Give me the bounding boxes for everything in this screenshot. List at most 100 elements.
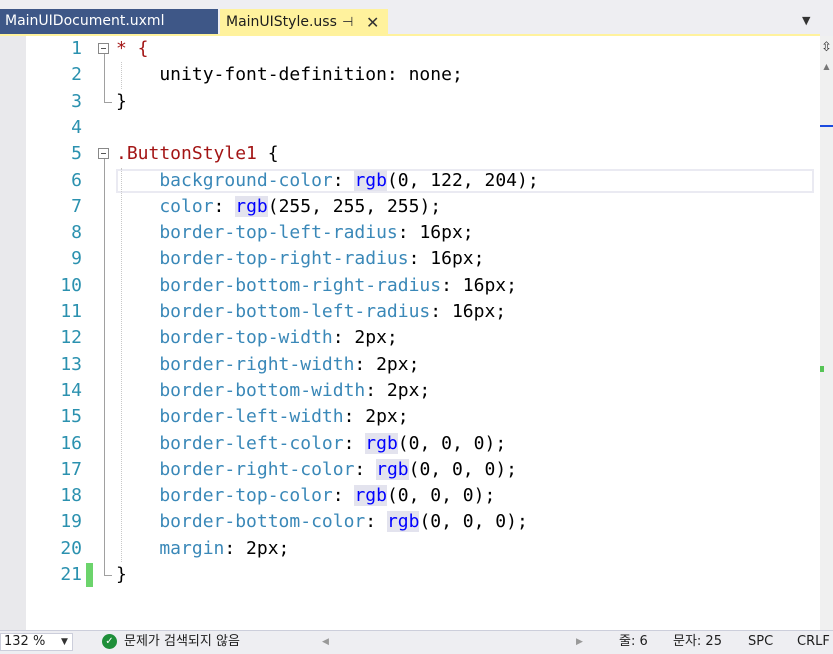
code-token: } (116, 90, 127, 112)
code-line[interactable]: .ButtonStyle1 { (116, 141, 279, 167)
code-line[interactable]: border-left-color: rgb(0, 0, 0); (116, 431, 506, 457)
code-token: : (332, 485, 355, 507)
pin-icon[interactable]: ⊣ (342, 9, 356, 36)
css-property: border-bottom-color (116, 511, 366, 533)
code-token: : 2px; (332, 327, 398, 349)
line-number: 18 (60, 485, 82, 507)
css-property: background-color (116, 169, 333, 191)
scroll-right-icon[interactable]: ▶ (576, 631, 583, 653)
zoom-level: 132 % (4, 634, 46, 649)
code-line[interactable]: border-top-color: rgb(0, 0, 0); (116, 483, 495, 509)
css-property: margin (116, 537, 225, 559)
code-token: (0, 122, 204); (386, 169, 539, 191)
code-line[interactable]: border-bottom-color: rgb(0, 0, 0); (116, 509, 528, 535)
code-token: (0, 0, 0); (397, 432, 507, 454)
code-token: { (256, 143, 279, 165)
line-number: 3 (71, 90, 82, 112)
chevron-down-icon[interactable]: ▼ (802, 14, 816, 27)
code-token: : 2px; (365, 379, 431, 401)
tab-label: MainUIStyle.uss (226, 14, 337, 30)
scroll-up-icon[interactable]: ▲ (820, 62, 833, 71)
css-function: rgb (235, 195, 268, 217)
css-function: rgb (376, 458, 409, 480)
css-property: border-bottom-left-radius (116, 301, 431, 322)
line-number: 15 (60, 406, 82, 428)
line-number: 7 (71, 195, 82, 217)
line-number: 16 (60, 432, 82, 454)
selection-margin[interactable] (0, 36, 26, 630)
fold-region-line (104, 54, 105, 102)
scroll-left-icon[interactable]: ◀ (322, 631, 329, 653)
zoom-dropdown[interactable]: 132 % ▼ (0, 633, 73, 651)
css-selector: .ButtonStyle1 (116, 143, 257, 165)
fold-region-end (104, 575, 112, 576)
status-bar: 132 % ▼ ✓ 문제가 검색되지 않음 ◀ ▶ 줄: 6 문자: 25 SP… (0, 630, 833, 654)
css-selector: * { (116, 38, 149, 59)
css-function: rgb (354, 485, 387, 507)
css-property: border-right-color (116, 458, 355, 480)
check-circle-icon[interactable]: ✓ (102, 634, 117, 649)
css-property: border-top-color (116, 485, 333, 507)
line-number: 19 (60, 511, 82, 533)
line-number: 10 (60, 274, 82, 296)
css-property: border-left-width (116, 406, 344, 428)
code-line[interactable]: background-color: rgb(0, 122, 204); (116, 168, 539, 194)
whitespace-indicator[interactable]: SPC (748, 631, 773, 653)
caret-position-marker (820, 125, 833, 127)
close-icon[interactable]: ✕ (366, 9, 382, 36)
code-line[interactable]: color: rgb(255, 255, 255); (116, 194, 441, 220)
tab-main-ui-document[interactable]: MainUIDocument.uxml (0, 9, 218, 34)
code-token: : (332, 169, 355, 191)
code-line[interactable]: unity-font-definition: none; (116, 62, 463, 88)
code-token: (0, 0, 0); (408, 458, 517, 480)
line-number: 5 (71, 143, 82, 165)
code-line[interactable]: border-top-right-radius: 16px; (116, 246, 484, 272)
code-line[interactable]: } (116, 562, 127, 588)
change-indicator (86, 563, 93, 587)
code-editor[interactable]: 1 * {2 unity-font-definition: none; 3} 4 5 .B… (0, 36, 820, 630)
split-window-icon[interactable]: ⇳ (820, 40, 833, 55)
line-number: 6 (71, 169, 82, 191)
tab-main-ui-style[interactable]: MainUIStyle.uss ⊣ ✕ (220, 9, 388, 36)
code-line[interactable]: margin: 2px; (116, 536, 289, 562)
css-property: color (116, 195, 214, 217)
line-ending-indicator[interactable]: CRLF (797, 631, 830, 653)
css-function: rgb (354, 169, 387, 191)
css-property: border-top-right-radius (116, 248, 409, 270)
css-property: border-bottom-right-radius (116, 274, 442, 296)
code-line[interactable]: border-top-left-radius: 16px; (116, 220, 473, 246)
line-indicator[interactable]: 줄: 6 (619, 631, 648, 653)
collapse-toggle-icon[interactable] (98, 43, 109, 54)
line-number: 2 (71, 64, 82, 86)
code-line[interactable]: border-top-width: 2px; (116, 325, 398, 351)
code-token: (0, 0, 0); (386, 485, 496, 507)
change-marker (820, 366, 824, 372)
code-line[interactable]: border-bottom-right-radius: 16px; (116, 273, 517, 299)
code-line[interactable]: border-bottom-width: 2px; (116, 378, 430, 404)
code-token: : 2px; (354, 353, 420, 375)
line-number: 17 (60, 458, 82, 480)
code-token: } (116, 564, 127, 585)
code-token: : (343, 432, 366, 454)
vertical-scrollbar[interactable]: ⇳ ▲ (820, 36, 833, 630)
code-line[interactable]: border-left-width: 2px; (116, 404, 408, 430)
code-line[interactable]: border-bottom-left-radius: 16px; (116, 299, 506, 325)
tab-label: MainUIDocument.uxml (5, 13, 165, 29)
issues-status[interactable]: 문제가 검색되지 않음 (124, 631, 240, 653)
code-line[interactable]: border-right-color: rgb(0, 0, 0); (116, 457, 517, 483)
line-number: 13 (60, 353, 82, 375)
line-number: 12 (60, 327, 82, 349)
line-number: 4 (71, 116, 82, 138)
code-line[interactable]: * { (116, 36, 149, 62)
fold-region-end (104, 101, 112, 103)
css-property: border-left-color (116, 432, 344, 454)
code-line[interactable]: border-right-width: 2px; (116, 352, 419, 378)
css-function: rgb (365, 432, 398, 454)
code-line[interactable]: } (116, 89, 127, 115)
collapse-toggle-icon[interactable] (98, 148, 109, 160)
code-token: : (213, 195, 236, 217)
code-token: unity-font-definition: none; (116, 64, 463, 86)
chevron-down-icon: ▼ (61, 637, 68, 647)
column-indicator[interactable]: 문자: 25 (673, 631, 722, 653)
css-property: border-top-left-radius (116, 222, 398, 244)
